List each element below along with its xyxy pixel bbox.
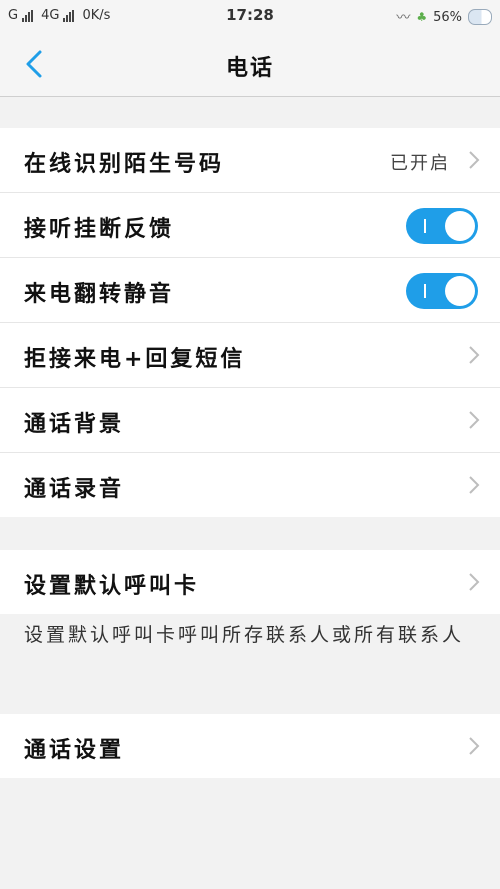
mustache-icon: 〰 xyxy=(396,10,411,26)
battery-icon xyxy=(468,9,492,25)
row-call-settings[interactable]: 通话设置 xyxy=(0,714,500,778)
row-label: 通话录音 xyxy=(24,477,125,502)
settings-group-default-card: 设置默认呼叫卡 xyxy=(0,550,500,614)
settings-group-main: 在线识别陌生号码 已开启 接听挂断反馈 来电翻转静音 拒接来电+回复短信 通话背… xyxy=(0,128,500,517)
default-card-description: 设置默认呼叫卡呼叫所存联系人或所有联系人 xyxy=(24,624,465,646)
row-reject-sms[interactable]: 拒接来电+回复短信 xyxy=(0,323,500,388)
chevron-right-icon xyxy=(469,151,480,169)
row-call-recording[interactable]: 通话录音 xyxy=(0,453,500,517)
nav-bar: 电话 xyxy=(0,32,500,97)
row-label: 接听挂断反馈 xyxy=(24,217,175,242)
chevron-right-icon xyxy=(469,411,480,429)
row-call-background[interactable]: 通话背景 xyxy=(0,388,500,453)
chevron-right-icon xyxy=(469,346,480,364)
chevron-right-icon xyxy=(469,573,480,591)
row-value: 已开启 xyxy=(390,153,450,174)
toggle-switch[interactable] xyxy=(406,208,478,244)
status-right: 〰 ♣ 56% xyxy=(396,7,492,27)
row-label: 来电翻转静音 xyxy=(24,282,175,307)
sprout-icon: ♣ xyxy=(416,10,428,24)
row-label: 拒接来电+回复短信 xyxy=(24,347,246,372)
row-label: 在线识别陌生号码 xyxy=(24,152,225,177)
toggle-switch[interactable] xyxy=(406,273,478,309)
row-label: 设置默认呼叫卡 xyxy=(24,574,200,599)
chevron-right-icon xyxy=(469,476,480,494)
row-flip-mute: 来电翻转静音 xyxy=(0,258,500,323)
row-online-identify[interactable]: 在线识别陌生号码 已开启 xyxy=(0,128,500,193)
chevron-right-icon xyxy=(469,737,480,755)
row-label: 通话背景 xyxy=(24,412,125,437)
row-answer-hangup-feedback: 接听挂断反馈 xyxy=(0,193,500,258)
row-default-call-card[interactable]: 设置默认呼叫卡 xyxy=(0,550,500,614)
battery-percent: 56% xyxy=(433,9,462,25)
status-bar: G 4G 0K/s 17:28 〰 ♣ 56% xyxy=(0,0,500,32)
settings-group-call: 通话设置 xyxy=(0,714,500,778)
row-label: 通话设置 xyxy=(24,738,125,763)
page-title: 电话 xyxy=(225,56,274,81)
